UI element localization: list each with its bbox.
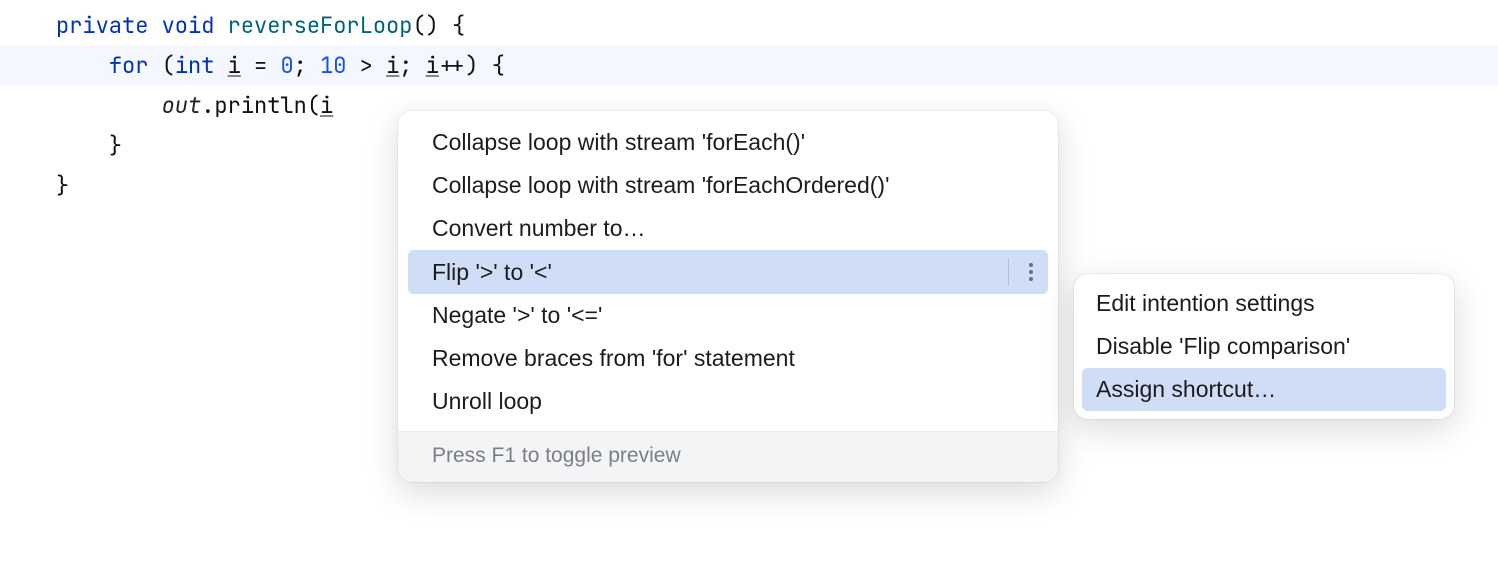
intention-item-list: Collapse loop with stream 'forEach()' Co…	[398, 111, 1058, 431]
num-zero: 0	[280, 51, 293, 80]
intention-label: Flip '>' to '<'	[432, 259, 552, 286]
keyword-void: void	[162, 11, 215, 40]
num-ten: 10	[320, 51, 346, 80]
var-i: i	[426, 51, 439, 80]
submenu-item-selected[interactable]: Assign shortcut…	[1082, 368, 1446, 411]
semi: ;	[294, 51, 320, 80]
keyword-private: private	[56, 11, 148, 40]
intention-label: Remove braces from 'for' statement	[432, 345, 795, 372]
keyword-int: int	[175, 51, 215, 80]
paren-brace: () {	[412, 11, 465, 40]
equals: =	[241, 51, 281, 80]
intention-item[interactable]: Convert number to…	[398, 207, 1058, 250]
more-options-icon[interactable]	[1008, 258, 1038, 286]
intention-item[interactable]: Unroll loop	[398, 380, 1058, 423]
intention-item[interactable]: Collapse loop with stream 'forEachOrdere…	[398, 164, 1058, 207]
submenu-label: Edit intention settings	[1096, 290, 1315, 316]
submenu-label: Assign shortcut…	[1096, 376, 1276, 402]
var-i: i	[228, 51, 241, 80]
popup-footer-hint: Press F1 to toggle preview	[398, 431, 1058, 482]
intention-item[interactable]: Collapse loop with stream 'forEach()'	[398, 121, 1058, 164]
open-paren: (	[148, 51, 174, 80]
keyword-for: for	[109, 51, 149, 80]
method-name: reverseForLoop	[228, 11, 413, 40]
gt: >	[346, 51, 386, 80]
intention-label: Collapse loop with stream 'forEachOrdere…	[432, 172, 889, 199]
var-i: i	[320, 91, 333, 120]
intention-actions-popup: Collapse loop with stream 'forEach()' Co…	[398, 111, 1058, 482]
intention-submenu-popup: Edit intention settings Disable 'Flip co…	[1074, 274, 1454, 419]
brace-close: }	[56, 171, 69, 200]
submenu-label: Disable 'Flip comparison'	[1096, 333, 1350, 359]
intention-label: Negate '>' to '<='	[432, 302, 602, 329]
brace-close: }	[109, 131, 122, 160]
increment-close: ++) {	[439, 51, 505, 80]
intention-item[interactable]: Remove braces from 'for' statement	[398, 337, 1058, 380]
call-println: .println(	[201, 91, 320, 120]
submenu-item[interactable]: Edit intention settings	[1074, 282, 1454, 325]
submenu-item[interactable]: Disable 'Flip comparison'	[1074, 325, 1454, 368]
intention-item[interactable]: Negate '>' to '<='	[398, 294, 1058, 337]
intention-label: Collapse loop with stream 'forEach()'	[432, 129, 805, 156]
semi: ;	[399, 51, 425, 80]
intention-label: Unroll loop	[432, 388, 542, 415]
code-line-1: private void reverseForLoop() {	[0, 6, 1498, 46]
obj-out: out	[162, 91, 202, 120]
intention-item-selected[interactable]: Flip '>' to '<'	[408, 250, 1048, 294]
code-line-2: for (int i = 0; 10 > i; i++) {	[0, 46, 1498, 86]
var-i: i	[386, 51, 399, 80]
intention-label: Convert number to…	[432, 215, 645, 242]
